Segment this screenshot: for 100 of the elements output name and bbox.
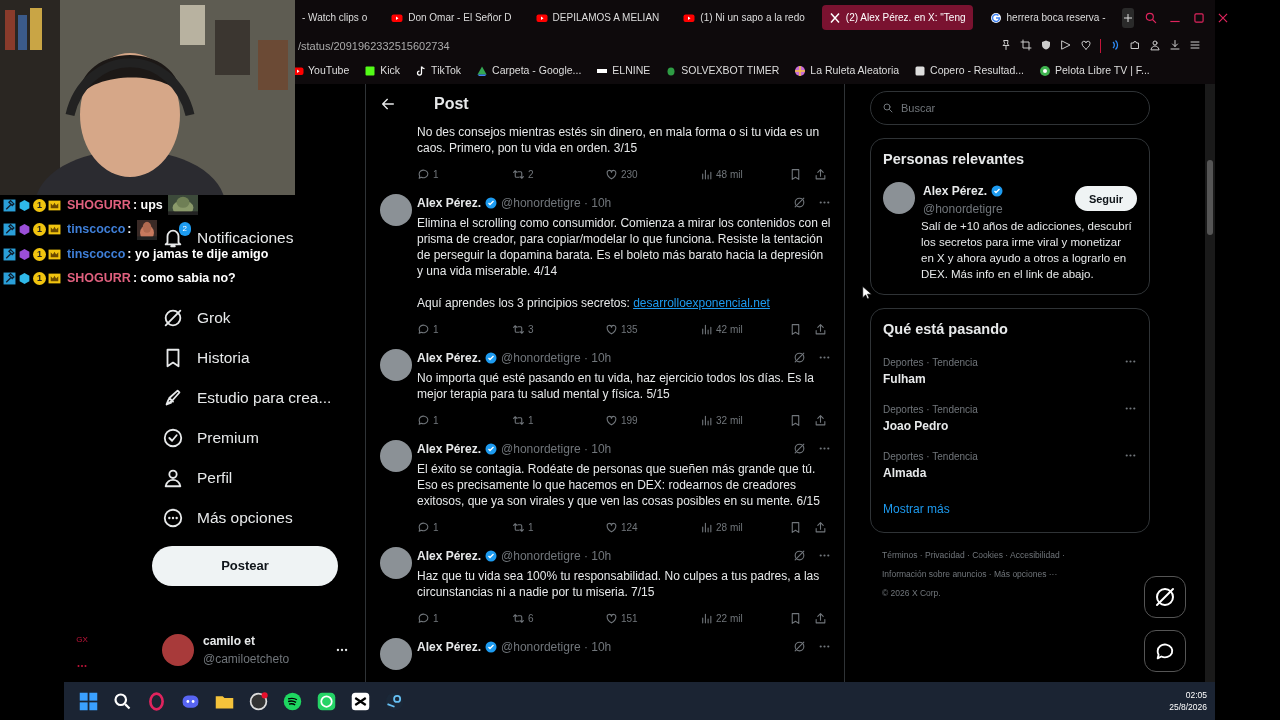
sidebar-label[interactable]: GX: [76, 634, 88, 646]
browser-tab[interactable]: herrera boca reserva -: [982, 5, 1113, 30]
nav-item[interactable]: Historia: [162, 344, 250, 372]
like-button[interactable]: 124: [605, 519, 700, 535]
browser-tab[interactable]: Don Omar - El Señor D: [384, 5, 519, 30]
bookmark[interactable]: SOLVEXBOT TIMER: [665, 62, 780, 79]
grok-icon[interactable]: [793, 549, 806, 562]
follow-button[interactable]: Seguir: [1075, 186, 1137, 212]
trend-name[interactable]: Fulham: [883, 369, 978, 388]
chat-button[interactable]: [1144, 630, 1186, 672]
back-icon[interactable]: [380, 96, 396, 112]
browser-tab[interactable]: (1) Ni un sapo a la redo: [676, 5, 812, 30]
repost-button[interactable]: 2: [512, 166, 605, 182]
link[interactable]: desarrolloexponencial.net: [633, 296, 770, 310]
reply-button[interactable]: 1: [417, 166, 512, 182]
post-button[interactable]: Postear: [152, 546, 338, 586]
footer-links[interactable]: Información sobre anuncios · Más opciones ···: [882, 564, 1058, 584]
bookmark[interactable]: Kick: [364, 62, 401, 79]
reply-button[interactable]: 1: [417, 321, 512, 337]
avatar[interactable]: [380, 440, 412, 472]
author-name[interactable]: Alex Pérez.: [417, 439, 482, 458]
download-icon[interactable]: [1169, 39, 1181, 51]
ring-icon[interactable]: [146, 690, 167, 712]
reply-button[interactable]: 1: [417, 412, 512, 428]
like-button[interactable]: 135: [605, 321, 700, 337]
author-name[interactable]: Alex Pérez.: [417, 348, 482, 367]
avatar[interactable]: [162, 634, 194, 666]
bookmark-icon[interactable]: [789, 322, 802, 336]
maximize-icon[interactable]: [1192, 10, 1207, 25]
author-name[interactable]: Alex Pérez.: [417, 193, 482, 212]
author-name[interactable]: Alex Pérez.: [417, 546, 482, 565]
avatar[interactable]: [380, 194, 412, 226]
avatar[interactable]: [883, 182, 915, 215]
crop-icon[interactable]: [1020, 39, 1032, 51]
user-icon[interactable]: [1149, 39, 1161, 51]
repost-button[interactable]: 6: [512, 610, 605, 626]
heart-icon[interactable]: [1080, 39, 1092, 51]
grok-icon[interactable]: [793, 442, 806, 455]
like-button[interactable]: 230: [605, 166, 700, 182]
share-icon[interactable]: [814, 167, 827, 181]
repost-button[interactable]: 1: [512, 412, 605, 428]
avatar[interactable]: [380, 547, 412, 579]
menu-icon[interactable]: [1189, 39, 1201, 51]
views-button[interactable]: 22 mil: [700, 610, 789, 626]
person-name[interactable]: Alex Pérez.: [923, 182, 988, 201]
scissors-icon[interactable]: [350, 690, 371, 712]
share-icon[interactable]: [814, 520, 827, 534]
grok-icon[interactable]: [793, 640, 806, 653]
bookmark-icon[interactable]: [789, 167, 802, 181]
nav-item[interactable]: Premium: [162, 424, 259, 452]
views-button[interactable]: 42 mil: [700, 321, 789, 337]
bookmark-icon[interactable]: [789, 611, 802, 625]
address-field[interactable]: /status/2091962332515602734: [298, 37, 450, 55]
repost-button[interactable]: 1: [512, 519, 605, 535]
pin-icon[interactable]: [1000, 39, 1012, 51]
repost-button[interactable]: 3: [512, 321, 605, 337]
send-icon[interactable]: [1060, 39, 1072, 51]
browser-tab[interactable]: (2) Alex Pérez. en X: "Teng: [821, 5, 973, 30]
like-button[interactable]: 151: [605, 610, 700, 626]
show-more-link[interactable]: Mostrar más: [883, 501, 950, 516]
trend-name[interactable]: Almada: [883, 463, 978, 482]
like-button[interactable]: 199: [605, 412, 700, 428]
gear-icon[interactable]: [248, 690, 269, 712]
grok-icon[interactable]: [793, 351, 806, 364]
share-icon[interactable]: [814, 611, 827, 625]
footer-links[interactable]: Términos · Privacidad · Cookies · Accesibilidad ·: [882, 545, 1065, 565]
views-button[interactable]: 28 mil: [700, 519, 789, 535]
reply-button[interactable]: 1: [417, 519, 512, 535]
nav-item[interactable]: Perfil: [162, 464, 233, 492]
bookmark[interactable]: TikTok: [415, 62, 462, 79]
nav-item[interactable]: Más opciones: [162, 504, 293, 532]
windows-icon[interactable]: [78, 690, 99, 712]
views-button[interactable]: 32 mil: [700, 412, 789, 428]
nav-item[interactable]: Estudio para crea...: [162, 384, 332, 412]
search-field[interactable]: Buscar: [870, 91, 1150, 125]
search-icon[interactable]: [112, 690, 133, 712]
bookmark-icon[interactable]: [789, 520, 802, 534]
bookmark[interactable]: ELNINE: [596, 62, 651, 79]
grok-button[interactable]: [1144, 576, 1186, 618]
bookmark[interactable]: Carpeta - Google...: [476, 62, 582, 79]
shield-icon[interactable]: [1040, 39, 1052, 51]
bookmark[interactable]: Pelota Libre TV | F...: [1039, 62, 1150, 79]
bookmark[interactable]: La Ruleta Aleatoria: [794, 62, 900, 79]
views-button[interactable]: 48 mil: [700, 166, 789, 182]
share-icon[interactable]: [814, 322, 827, 336]
avatar[interactable]: [380, 638, 412, 670]
author-name[interactable]: Alex Pérez.: [417, 637, 482, 656]
chat-icon[interactable]: [316, 690, 337, 712]
footer-links[interactable]: © 2026 X Corp.: [882, 583, 941, 603]
scrollbar[interactable]: [1205, 84, 1215, 682]
bookmark[interactable]: Copero - Resultad...: [914, 62, 1025, 79]
browser-tab[interactable]: DEPILAMOS A MELIAN: [528, 5, 667, 30]
share-icon[interactable]: [814, 413, 827, 427]
nav-item[interactable]: Grok: [162, 304, 231, 332]
bookmark-icon[interactable]: [789, 413, 802, 427]
avatar[interactable]: [380, 349, 412, 381]
reply-button[interactable]: 1: [417, 610, 512, 626]
new-tab-button[interactable]: [1122, 7, 1135, 28]
browser-tab[interactable]: - Watch clips o: [295, 5, 375, 30]
trend-name[interactable]: Joao Pedro: [883, 416, 978, 435]
